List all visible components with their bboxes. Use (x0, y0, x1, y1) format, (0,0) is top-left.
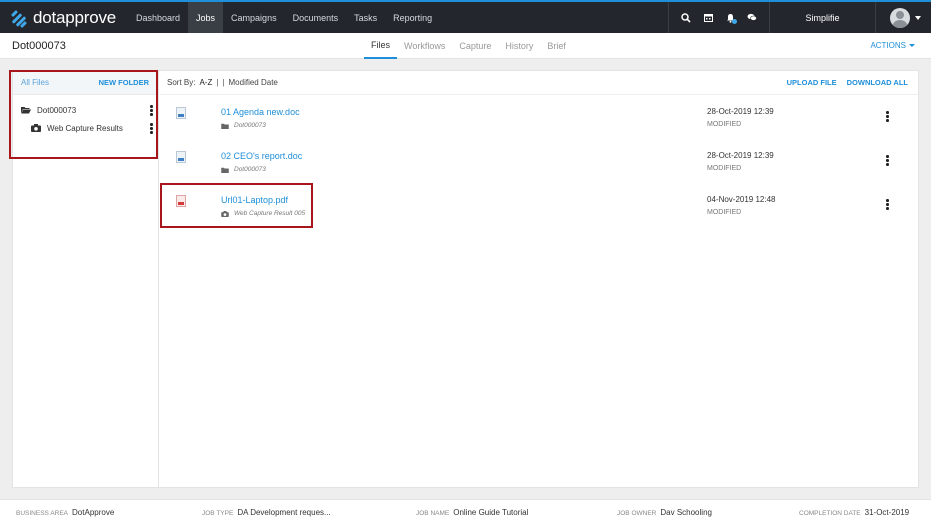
job-header: Dot000073 Files Workflows Capture Histor… (0, 33, 931, 59)
nav-dashboard[interactable]: Dashboard (128, 2, 188, 33)
file-modified-date: 04-Nov-2019 12:48 (707, 195, 776, 204)
doc-file-icon (176, 151, 186, 163)
file-location-label: Dot000073 (234, 122, 266, 129)
folder-icon (221, 123, 229, 129)
calendar-icon[interactable] (697, 2, 719, 33)
more-options-icon[interactable] (886, 155, 889, 166)
file-status: MODIFIED (707, 209, 742, 216)
file-location: Web Capture Result 005 (221, 210, 305, 217)
more-options-icon[interactable] (150, 123, 153, 134)
file-row[interactable]: Url01-Laptop.pdf Web Capture Result 005 … (160, 187, 918, 231)
nav-tasks[interactable]: Tasks (346, 2, 385, 33)
tab-capture[interactable]: Capture (452, 33, 498, 59)
file-status: MODIFIED (707, 165, 742, 172)
more-options-icon[interactable] (150, 105, 153, 116)
nav-jobs[interactable]: Jobs (188, 2, 224, 33)
actions-label: ACTIONS (870, 41, 906, 50)
tree-item-label: Dot000073 (37, 105, 77, 115)
file-row[interactable]: 02 CEO's report.doc Dot000073 28-Oct-201… (160, 143, 918, 187)
more-options-icon[interactable] (886, 111, 889, 122)
new-folder-button[interactable]: NEW FOLDER (99, 78, 149, 87)
nav-documents[interactable]: Documents (285, 2, 347, 33)
chat-icon[interactable] (741, 2, 763, 33)
more-options-icon[interactable] (886, 199, 889, 210)
file-name-link[interactable]: 02 CEO's report.doc (221, 151, 302, 161)
logo[interactable]: dotapprove (0, 7, 128, 29)
avatar (890, 7, 910, 28)
file-location: Dot000073 (221, 122, 266, 129)
nav-campaigns[interactable]: Campaigns (223, 2, 285, 33)
file-name-link[interactable]: 01 Agenda new.doc (221, 107, 300, 117)
user-menu[interactable] (876, 2, 931, 33)
footer-completion-date: COMPLETION DATE 31-Oct-2019 (799, 508, 910, 517)
nav-reporting[interactable]: Reporting (385, 2, 440, 33)
tree-item-label: Web Capture Results (47, 123, 123, 133)
file-modified-date: 28-Oct-2019 12:39 (707, 107, 774, 116)
footer-business-area: BUSINESS AREA DotApprove (16, 508, 115, 517)
file-status: MODIFIED (707, 121, 742, 128)
user-name[interactable]: Simplifie (770, 2, 876, 33)
page-title: Dot000073 (12, 40, 66, 52)
files-list-panel: Sort By: A-Z | | Modified Date UPLOAD FI… (160, 71, 918, 487)
tab-brief[interactable]: Brief (540, 33, 573, 59)
folder-open-icon (21, 107, 31, 114)
chevron-down-icon (915, 15, 921, 20)
footer-job-type: JOB TYPE DA Development reques... (202, 508, 331, 517)
logo-icon (10, 9, 28, 29)
file-modified-date: 28-Oct-2019 12:39 (707, 151, 774, 160)
sort-az-option[interactable]: A-Z (199, 78, 212, 87)
logo-text: dotapprove (33, 7, 117, 27)
sort-modified-option[interactable]: Modified Date (229, 78, 278, 87)
pdf-file-icon (176, 195, 186, 207)
sort-by-label: Sort By: (167, 78, 196, 87)
actions-dropdown[interactable]: ACTIONS (870, 41, 915, 50)
download-all-button[interactable]: DOWNLOAD ALL (847, 78, 908, 87)
top-navbar: dotapprove Dashboard Jobs Campaigns Docu… (0, 0, 931, 33)
footer-job-name: JOB NAME Online Guide Tutorial (416, 508, 529, 517)
tree-item-job-folder[interactable]: Dot000073 (13, 101, 158, 119)
all-files-link[interactable]: All Files (21, 78, 49, 87)
doc-file-icon (176, 107, 186, 119)
search-icon[interactable] (675, 2, 697, 33)
camera-icon (221, 210, 229, 217)
folder-icon (221, 167, 229, 173)
tab-history[interactable]: History (498, 33, 540, 59)
tab-files[interactable]: Files (364, 33, 398, 59)
caret-down-icon (909, 44, 915, 47)
file-location-label: Dot000073 (234, 166, 266, 173)
divider: | (222, 78, 225, 87)
file-row[interactable]: 01 Agenda new.doc Dot000073 28-Oct-2019 … (160, 99, 918, 143)
footer-job-owner: JOB OWNER Dav Schooling (617, 508, 712, 517)
upload-file-button[interactable]: UPLOAD FILE (787, 78, 837, 87)
file-name-link[interactable]: Url01-Laptop.pdf (221, 195, 288, 205)
notification-dot (732, 19, 737, 24)
file-location-label: Web Capture Result 005 (234, 210, 306, 217)
bell-icon[interactable] (719, 2, 741, 33)
job-info-footer: BUSINESS AREA DotApprove JOB TYPE DA Dev… (0, 499, 931, 524)
tree-item-web-capture[interactable]: Web Capture Results (13, 119, 158, 137)
divider: | (216, 78, 219, 87)
camera-icon (31, 124, 41, 132)
files-card: All Files NEW FOLDER Dot000073 Web Captu… (12, 70, 919, 488)
file-location: Dot000073 (221, 166, 266, 173)
tab-workflows[interactable]: Workflows (397, 33, 452, 59)
folder-tree-panel: All Files NEW FOLDER Dot000073 Web Captu… (13, 71, 159, 487)
